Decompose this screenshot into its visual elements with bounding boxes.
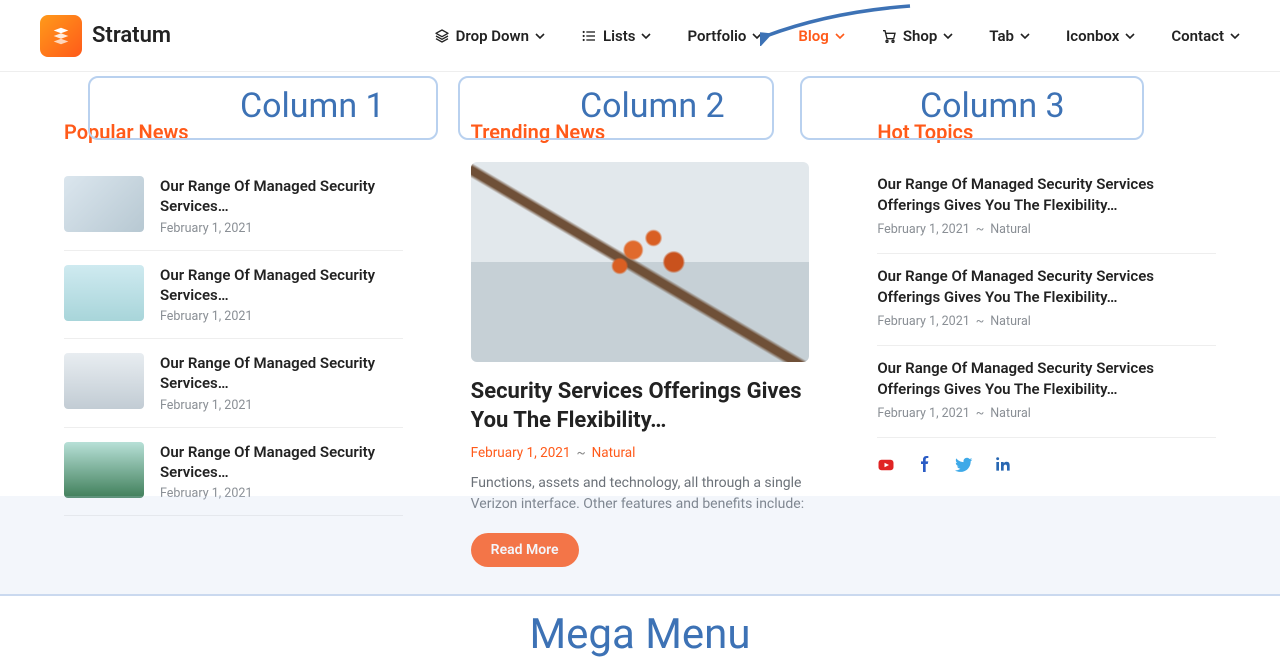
nav-label: Tab — [989, 27, 1014, 45]
brand[interactable]: Stratum — [40, 15, 171, 57]
nav-iconbox[interactable]: Iconbox — [1066, 27, 1135, 45]
post-meta: February 1, 2021~Natural — [877, 406, 1216, 421]
brand-name: Stratum — [92, 23, 171, 48]
chevron-down-icon — [1230, 31, 1240, 41]
twitter-icon[interactable] — [955, 456, 973, 474]
post-title: Our Range Of Managed Security Services O… — [877, 358, 1216, 400]
nav-label: Contact — [1171, 27, 1224, 45]
post-title: Our Range Of Managed Security Services… — [160, 265, 403, 306]
post-title: Our Range Of Managed Security Services… — [160, 176, 403, 217]
list-item[interactable]: Our Range Of Managed Security Services… … — [64, 162, 403, 251]
facebook-icon[interactable] — [917, 456, 933, 474]
featured-excerpt: Functions, assets and technology, all th… — [471, 473, 810, 515]
list-item[interactable]: Our Range Of Managed Security Services O… — [877, 346, 1216, 438]
post-thumbnail — [64, 265, 144, 321]
featured-title[interactable]: Security Services Offerings Gives You Th… — [471, 378, 810, 435]
post-title: Our Range Of Managed Security Services… — [160, 353, 403, 394]
nav-label: Iconbox — [1066, 27, 1119, 45]
nav-label: Portfolio — [687, 27, 746, 45]
annotation-arrow — [760, 0, 920, 50]
nav-portfolio[interactable]: Portfolio — [687, 27, 762, 45]
mega-menu: Column 1 Column 2 Column 3 Popular News … — [40, 72, 1240, 633]
nav-drop-down[interactable]: Drop Down — [434, 27, 545, 45]
chevron-down-icon — [1125, 31, 1135, 41]
post-category: Natural — [990, 314, 1031, 329]
post-date: February 1, 2021 — [160, 398, 403, 413]
linkedin-icon[interactable] — [995, 456, 1011, 474]
chevron-down-icon — [535, 31, 545, 41]
column-popular-news: Popular News Our Range Of Managed Securi… — [40, 72, 427, 593]
post-title: Our Range Of Managed Security Services O… — [877, 174, 1216, 216]
nav-label: Drop Down — [456, 27, 529, 45]
post-title: Our Range Of Managed Security Services O… — [877, 266, 1216, 308]
section-title: Hot Topics — [877, 120, 1216, 144]
featured-image[interactable] — [471, 162, 810, 362]
navbar: Stratum Drop Down Lists Portfolio Blog — [0, 0, 1280, 72]
logo-icon — [40, 15, 82, 57]
featured-meta: February 1, 2021~Natural — [471, 445, 810, 461]
chevron-down-icon — [1020, 31, 1030, 41]
nav-tab[interactable]: Tab — [989, 27, 1030, 45]
post-meta: February 1, 2021~Natural — [877, 222, 1216, 237]
post-date: February 1, 2021 — [877, 406, 969, 421]
column-trending-news: Trending News Security Services Offering… — [447, 72, 834, 593]
youtube-icon[interactable] — [877, 456, 895, 474]
layers-icon — [434, 28, 450, 44]
post-thumbnail — [64, 442, 144, 498]
section-title: Trending News — [471, 120, 810, 144]
list-item[interactable]: Our Range Of Managed Security Services O… — [877, 162, 1216, 254]
post-category: Natural — [990, 222, 1031, 237]
post-date: February 1, 2021 — [877, 222, 969, 237]
list-item[interactable]: Our Range Of Managed Security Services… … — [64, 428, 403, 517]
post-date: February 1, 2021 — [160, 486, 403, 501]
list-item[interactable]: Our Range Of Managed Security Services… … — [64, 251, 403, 340]
chevron-down-icon — [943, 31, 953, 41]
featured-category[interactable]: Natural — [592, 445, 636, 461]
post-meta: February 1, 2021~Natural — [877, 314, 1216, 329]
featured-date[interactable]: February 1, 2021 — [471, 445, 571, 461]
post-date: February 1, 2021 — [877, 314, 969, 329]
list-icon — [581, 28, 597, 44]
post-title: Our Range Of Managed Security Services… — [160, 442, 403, 483]
annotation-mega-menu: Mega Menu — [40, 610, 1240, 659]
column-hot-topics: Hot Topics Our Range Of Managed Security… — [853, 72, 1240, 593]
post-date: February 1, 2021 — [160, 309, 403, 324]
nav-lists[interactable]: Lists — [581, 27, 651, 45]
nav-contact[interactable]: Contact — [1171, 27, 1240, 45]
post-date: February 1, 2021 — [160, 221, 403, 236]
post-thumbnail — [64, 176, 144, 232]
chevron-down-icon — [641, 31, 651, 41]
nav-label: Lists — [603, 27, 635, 45]
list-item[interactable]: Our Range Of Managed Security Services… … — [64, 339, 403, 428]
section-title: Popular News — [64, 120, 403, 144]
read-more-button[interactable]: Read More — [471, 533, 579, 567]
social-links — [877, 456, 1216, 474]
post-category: Natural — [990, 406, 1031, 421]
list-item[interactable]: Our Range Of Managed Security Services O… — [877, 254, 1216, 346]
post-thumbnail — [64, 353, 144, 409]
